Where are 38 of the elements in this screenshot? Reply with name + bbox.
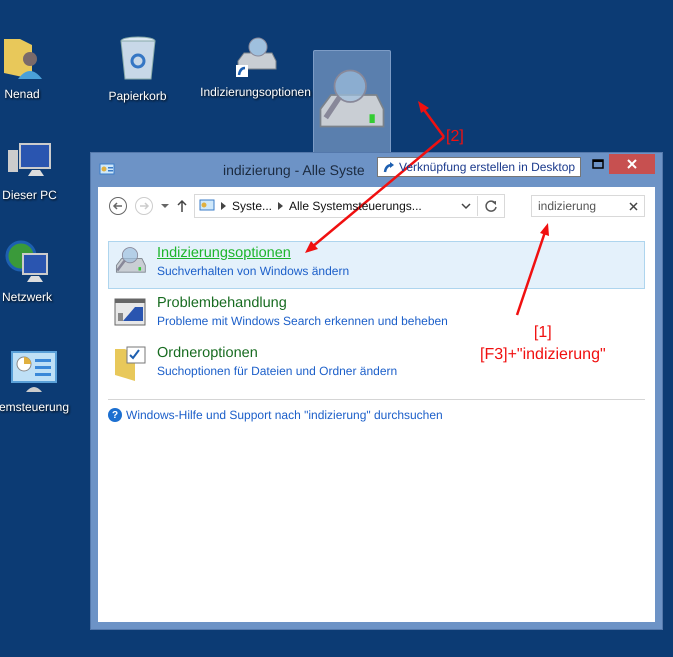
close-icon[interactable] [629, 202, 638, 211]
result-item[interactable]: Ordneroptionen Suchoptionen für Dateien und Ordner ändern [108, 341, 402, 389]
maximize-icon [592, 159, 604, 169]
search-field[interactable]: indizierung [531, 195, 645, 217]
help-icon: ? [108, 408, 122, 422]
result-subtitle-link[interactable]: Suchoptionen für Dateien und Ordner ändern [157, 364, 398, 378]
result-subtitle-link[interactable]: Suchverhalten von Windows ändern [157, 264, 350, 278]
up-arrow-button[interactable] [176, 199, 188, 213]
desktop-icon-label[interactable]: Indizierungsoptionen [200, 85, 311, 99]
close-icon [627, 159, 637, 169]
help-link[interactable]: Windows-Hilfe und Support nach "indizierung" durchsuchen [126, 408, 443, 422]
annotation-label: [F3]+"indizierung" [480, 345, 606, 365]
caret-icon[interactable] [160, 202, 170, 210]
window-title: indizierung - Alle Syste [223, 162, 365, 178]
result-subtitle-link[interactable]: Probleme mit Windows Search erkennen und beheben [157, 314, 448, 328]
result-title-link[interactable]: Ordneroptionen [157, 345, 398, 361]
back-button[interactable] [108, 196, 128, 216]
desktop-icon-label[interactable]: Dieser PC [2, 188, 57, 202]
chevron-down-icon[interactable] [461, 202, 471, 210]
globe-monitor-icon[interactable] [5, 240, 49, 284]
result-title-link[interactable]: Problembehandlung [157, 295, 448, 311]
chevron-right-icon [278, 202, 284, 210]
breadcrumb-item[interactable]: Syste... [232, 199, 272, 213]
folder-checklist-icon [113, 345, 147, 383]
desktop-icon-label[interactable]: Netzwerk [2, 290, 52, 304]
refresh-icon[interactable] [484, 199, 498, 213]
desktop-icon-label[interactable]: Nenad [4, 87, 40, 101]
result-item[interactable]: Problembehandlung Probleme mit Windows Search erkennen und beheben [108, 291, 453, 339]
control-panel-icon[interactable] [10, 350, 58, 394]
close-button[interactable] [609, 154, 655, 174]
chevron-right-icon [221, 202, 226, 210]
shortcut-arrow-icon [383, 161, 395, 173]
desktop-icon-label[interactable]: Papierkorb [108, 89, 167, 103]
annotation-label: [1] [534, 323, 552, 343]
dragged-icon-tile[interactable] [313, 50, 391, 154]
control-panel-icon [199, 199, 215, 213]
annotation-label: [2] [446, 127, 464, 147]
result-item[interactable]: Indizierungsoptionen Suchverhalten von Windows ändern [108, 241, 645, 289]
